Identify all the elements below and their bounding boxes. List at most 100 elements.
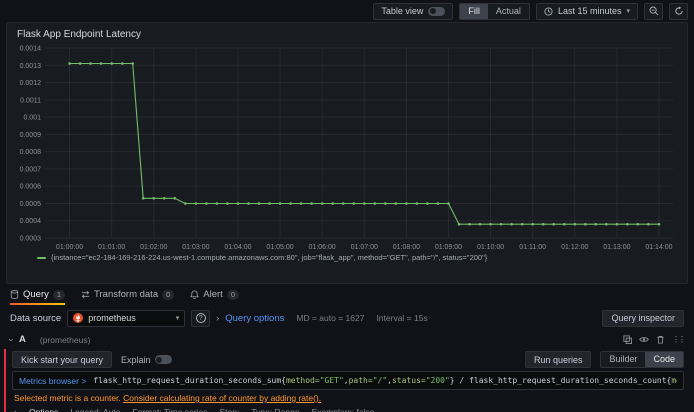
svg-text:01:10:00: 01:10:00 xyxy=(477,244,504,251)
tab-query-count: 1 xyxy=(52,289,66,300)
svg-text:0.0011: 0.0011 xyxy=(20,97,41,104)
kick-start-query-button[interactable]: Kick start your query xyxy=(12,351,113,368)
query-toolbar: Kick start your query Explain Run querie… xyxy=(12,351,684,368)
actual-button[interactable]: Actual xyxy=(488,4,529,19)
bell-icon xyxy=(190,290,200,299)
query-inspector-button[interactable]: Query inspector xyxy=(602,309,684,327)
promql-expression[interactable]: flask_http_request_duration_seconds_sum{… xyxy=(93,376,677,385)
svg-text:01:02:00: 01:02:00 xyxy=(140,244,167,251)
svg-text:0.0013: 0.0013 xyxy=(20,63,42,70)
counter-warning: Selected metric is a counter. Consider c… xyxy=(12,393,684,403)
fill-button[interactable]: Fill xyxy=(460,3,488,19)
svg-text:0.001: 0.001 xyxy=(23,115,41,122)
editor-toolbar: Table view Fill Actual Last 15 minutes ▾ xyxy=(0,0,694,22)
metrics-browser-link[interactable]: Metrics browser > xyxy=(19,376,86,386)
options-items: Legend: Auto Format: Time series Step: Type… xyxy=(70,407,374,412)
promql-editor[interactable]: Metrics browser > flask_http_request_dur… xyxy=(12,371,684,390)
datasource-select[interactable]: prometheus ▾ xyxy=(67,309,186,327)
table-view-label: Table view xyxy=(381,6,424,16)
warning-rate-link[interactable]: Consider calculating rate of counter by … xyxy=(123,393,321,403)
svg-text:01:13:00: 01:13:00 xyxy=(603,244,630,251)
tab-alert-label: Alert xyxy=(203,289,223,300)
option-summary-item: Legend: Auto xyxy=(70,407,121,412)
query-options-toggle[interactable]: Query options xyxy=(225,313,284,324)
latency-panel: Flask App Endpoint Latency 0.0003 0.0004 0… xyxy=(6,22,688,284)
svg-text:0.0009: 0.0009 xyxy=(20,132,42,139)
query-options-md: MD = auto = 1627 xyxy=(296,313,365,323)
legend-series-label: {instance="ec2-184-169-216-224.us-west-1… xyxy=(51,253,488,262)
svg-text:0.0008: 0.0008 xyxy=(20,149,42,156)
collapse-chevron-icon[interactable]: › xyxy=(7,338,17,341)
tab-alert-count: 0 xyxy=(226,289,239,300)
zoom-out-button[interactable] xyxy=(644,2,663,20)
svg-text:0.0004: 0.0004 xyxy=(20,218,42,225)
code-mode-button[interactable]: Code xyxy=(645,352,683,367)
query-options-interval: Interval = 15s xyxy=(376,313,428,323)
datasource-label: Data source xyxy=(10,312,62,324)
chart-legend[interactable]: {instance="ec2-184-169-216-224.us-west-1… xyxy=(15,253,679,262)
svg-text:01:00:00: 01:00:00 xyxy=(56,244,83,251)
duplicate-icon[interactable] xyxy=(623,335,632,344)
latency-chart[interactable]: 0.0003 0.0004 0.0005 0.0006 0.0007 0.0008 0.00… xyxy=(15,42,679,252)
option-summary-item: Type: Range xyxy=(251,407,300,412)
options-toggle[interactable]: Options xyxy=(29,407,58,412)
chevron-down-icon: ▾ xyxy=(175,315,180,322)
table-view-switch[interactable] xyxy=(428,6,446,16)
explain-label: Explain xyxy=(121,354,151,365)
svg-text:0.0006: 0.0006 xyxy=(20,184,42,191)
svg-text:01:12:00: 01:12:00 xyxy=(561,244,588,251)
query-row-header[interactable]: › A (prometheus) ⋮⋮ xyxy=(4,332,687,347)
svg-text:01:03:00: 01:03:00 xyxy=(182,244,209,251)
svg-text:01:07:00: 01:07:00 xyxy=(351,244,378,251)
explain-switch[interactable] xyxy=(154,355,172,364)
svg-text:01:01:00: 01:01:00 xyxy=(98,244,125,251)
refresh-button[interactable] xyxy=(669,2,688,20)
tab-transform-data[interactable]: Transform data 0 xyxy=(81,289,175,305)
chevron-right-icon: › xyxy=(14,407,17,412)
clock-icon xyxy=(544,6,553,16)
option-summary-item: Exemplars: false xyxy=(311,407,375,412)
query-options-summary-row: › Options Legend: Auto Format: Time serie… xyxy=(12,407,684,412)
run-queries-button[interactable]: Run queries xyxy=(524,351,592,368)
table-view-toggle-group[interactable]: Table view xyxy=(373,2,454,20)
transform-icon xyxy=(81,290,90,299)
svg-text:01:09:00: 01:09:00 xyxy=(435,244,462,251)
panel-title: Flask App Endpoint Latency xyxy=(17,29,141,40)
trash-icon[interactable] xyxy=(656,335,665,344)
query-datasource-hint: (prometheus) xyxy=(39,334,91,345)
tab-transform-count: 0 xyxy=(162,289,175,300)
help-icon: ? xyxy=(195,313,206,323)
option-summary-item: Format: Time series xyxy=(132,407,208,412)
magnifier-minus-icon xyxy=(649,6,659,16)
tab-alert[interactable]: Alert 0 xyxy=(190,289,239,305)
warning-text: Selected metric is a counter. xyxy=(14,393,121,403)
eye-icon[interactable] xyxy=(639,335,649,344)
refresh-icon xyxy=(674,6,684,16)
database-icon xyxy=(10,290,19,299)
time-range-label: Last 15 minutes xyxy=(557,6,622,16)
query-ref-id: A xyxy=(19,334,26,345)
explain-toggle-group[interactable]: Explain xyxy=(121,355,172,365)
svg-text:01:05:00: 01:05:00 xyxy=(266,244,293,251)
svg-text:01:06:00: 01:06:00 xyxy=(309,244,336,251)
tab-transform-label: Transform data xyxy=(94,289,159,300)
time-range-picker[interactable]: Last 15 minutes ▾ xyxy=(535,2,638,20)
datasource-row: Data source prometheus ▾ ? › Query optio… xyxy=(0,307,694,329)
svg-text:01:14:00: 01:14:00 xyxy=(645,244,672,251)
option-summary-item: Step: xyxy=(219,407,240,412)
editor-tabs: Query 1 Transform data 0 Alert 0 xyxy=(0,286,694,305)
query-row-body: Kick start your query Explain Run querie… xyxy=(4,349,684,412)
chevron-right-icon: › xyxy=(216,313,220,323)
prometheus-icon xyxy=(73,313,84,323)
fill-actual-group: Fill Actual xyxy=(459,2,530,20)
builder-mode-button[interactable]: Builder xyxy=(601,352,645,367)
builder-code-group: Builder Code xyxy=(600,351,684,368)
svg-text:0.0007: 0.0007 xyxy=(20,166,42,173)
chevron-down-icon: ▾ xyxy=(626,8,630,15)
tab-query[interactable]: Query 1 xyxy=(10,289,66,305)
datasource-help-button[interactable]: ? xyxy=(191,309,211,327)
datasource-value: prometheus xyxy=(88,313,136,323)
drag-handle[interactable]: ⋮⋮ xyxy=(672,335,686,344)
legend-series-marker xyxy=(37,256,46,259)
svg-text:0.0005: 0.0005 xyxy=(20,201,42,208)
